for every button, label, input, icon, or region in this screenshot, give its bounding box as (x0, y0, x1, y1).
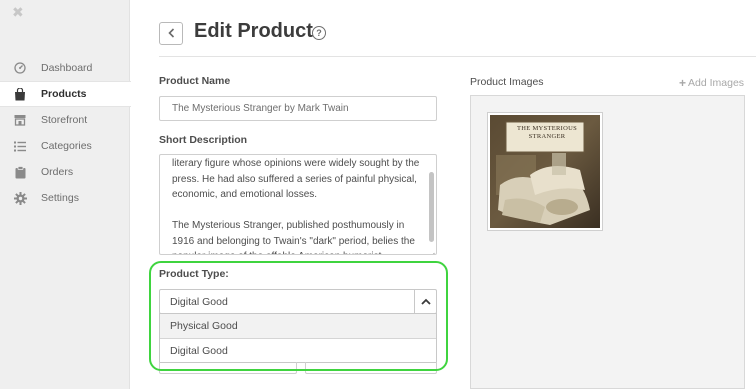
sidebar-item-label: Orders (41, 166, 74, 178)
close-icon[interactable]: ✖ (12, 4, 24, 21)
resize-grip-icon[interactable] (428, 246, 435, 254)
sidebar-item-dashboard[interactable]: Dashboard (0, 55, 130, 81)
sidebar-item-label: Categories (41, 140, 92, 152)
chevron-up-icon[interactable] (414, 290, 436, 313)
page-title: Edit Product (194, 20, 313, 42)
product-images-panel: THE MYSTERIOUS STRANGER (470, 95, 745, 389)
product-images-label: Product Images (470, 76, 544, 88)
add-images-button[interactable]: + Add Images (679, 76, 744, 90)
main-content: Edit Product ? Product Name The Mysterio… (130, 0, 756, 389)
dropdown-option-digital-good[interactable]: Digital Good (160, 339, 436, 363)
add-images-label: Add Images (688, 77, 745, 89)
plus-icon: + (679, 76, 687, 90)
sidebar-item-label: Dashboard (41, 62, 93, 74)
help-icon[interactable]: ? (312, 26, 326, 40)
sidebar-item-storefront[interactable]: Storefront (0, 107, 130, 133)
product-name-input[interactable]: The Mysterious Stranger by Mark Twain (159, 96, 437, 121)
hidden-field-left[interactable] (159, 362, 297, 374)
sidebar-item-orders[interactable]: Orders (0, 159, 130, 185)
gear-icon (13, 191, 27, 205)
product-type-selected-value: Digital Good (170, 295, 228, 308)
product-type-dropdown: Physical Good Digital Good (159, 313, 437, 363)
storefront-icon (13, 113, 27, 127)
short-description-textarea[interactable]: literary figure whose opinions were wide… (159, 154, 437, 255)
clipboard-icon (13, 165, 27, 179)
sidebar-item-label: Settings (41, 192, 79, 204)
dropdown-option-physical-good[interactable]: Physical Good (160, 314, 436, 338)
sidebar-item-products[interactable]: Products (0, 81, 131, 107)
sidebar-nav: Dashboard Products Storefront Categories… (0, 55, 131, 211)
product-type-label: Product Type: (159, 268, 229, 280)
dashboard-gauge-icon (13, 61, 27, 75)
sidebar-item-label: Storefront (41, 114, 88, 126)
textarea-scrollbar[interactable] (429, 172, 434, 242)
chevron-left-icon (167, 25, 175, 43)
list-icon (13, 139, 27, 153)
sidebar-item-settings[interactable]: Settings (0, 185, 130, 211)
short-description-text: literary figure whose opinions were wide… (172, 156, 422, 254)
description-paragraph: literary figure whose opinions were wide… (172, 158, 420, 200)
product-name-label: Product Name (159, 75, 231, 87)
book-cover-title: THE MYSTERIOUS STRANGER (517, 125, 577, 140)
sidebar: ✖ Dashboard Products Storefront Categori… (0, 0, 131, 389)
sidebar-item-label: Products (41, 88, 87, 100)
shopping-bag-icon (13, 87, 27, 101)
back-button[interactable] (159, 22, 183, 45)
hidden-field-right[interactable] (305, 362, 437, 374)
header-divider (159, 56, 756, 57)
product-image-thumbnail[interactable]: THE MYSTERIOUS STRANGER (487, 112, 603, 231)
product-type-select[interactable]: Digital Good (159, 289, 437, 314)
sidebar-item-categories[interactable]: Categories (0, 133, 130, 159)
description-paragraph: The Mysterious Stranger, published posth… (172, 220, 415, 254)
short-description-label: Short Description (159, 134, 248, 146)
